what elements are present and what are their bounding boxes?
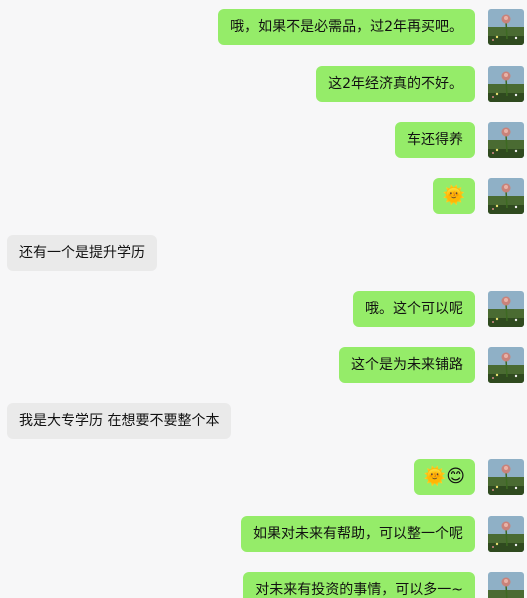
- message-row-out: 如果对未来有帮助，可以整一个呢: [0, 515, 527, 553]
- message-row-out: 这2年经济真的不好。: [0, 65, 527, 103]
- flower-landscape-avatar-icon[interactable]: [488, 66, 524, 102]
- message-row-in: 我是大专学历 在想要不要整个本: [0, 402, 527, 440]
- flower-landscape-avatar-icon[interactable]: [488, 459, 524, 495]
- message-row-out: 车还得养: [0, 121, 527, 159]
- message-bubble-in[interactable]: 我是大专学历 在想要不要整个本: [7, 403, 232, 439]
- chat-window: 哦，如果不是必需品，过2年再买吧。 这2年经济真的不好。 车还得养 🌞 还有一个…: [0, 0, 527, 598]
- message-bubble-out[interactable]: 哦。这个可以呢: [353, 291, 475, 327]
- message-bubble-out[interactable]: 哦，如果不是必需品，过2年再买吧。: [218, 9, 475, 45]
- emoji-bubble-out[interactable]: 🌞: [432, 178, 475, 214]
- message-row-out: 哦。这个可以呢: [0, 290, 527, 328]
- message-bubble-out[interactable]: 这个是为未来铺路: [339, 347, 475, 383]
- flower-landscape-avatar-icon[interactable]: [488, 347, 524, 383]
- flower-landscape-avatar-icon[interactable]: [488, 516, 524, 552]
- message-row-in: 还有一个是提升学历: [0, 234, 527, 272]
- message-row-out: 对未来有投资的事情，可以多一~: [0, 571, 527, 598]
- message-bubble-out[interactable]: 车还得养: [395, 122, 475, 158]
- flower-landscape-avatar-icon[interactable]: [488, 178, 524, 214]
- message-bubble-in[interactable]: 还有一个是提升学历: [7, 235, 157, 271]
- flower-landscape-avatar-icon[interactable]: [488, 9, 524, 45]
- flower-landscape-avatar-icon[interactable]: [488, 572, 524, 598]
- flower-landscape-avatar-icon[interactable]: [488, 291, 524, 327]
- emoji-bubble-out[interactable]: 🌞😊: [413, 459, 475, 495]
- message-row-out: 哦，如果不是必需品，过2年再买吧。: [0, 8, 527, 46]
- flower-landscape-avatar-icon[interactable]: [488, 122, 524, 158]
- message-row-out: 🌞: [0, 177, 527, 215]
- message-bubble-out[interactable]: 这2年经济真的不好。: [316, 66, 475, 102]
- message-bubble-out[interactable]: 如果对未来有帮助，可以整一个呢: [241, 516, 475, 552]
- message-row-out: 🌞😊: [0, 458, 527, 496]
- message-bubble-out[interactable]: 对未来有投资的事情，可以多一~: [243, 572, 475, 598]
- message-row-out: 这个是为未来铺路: [0, 346, 527, 384]
